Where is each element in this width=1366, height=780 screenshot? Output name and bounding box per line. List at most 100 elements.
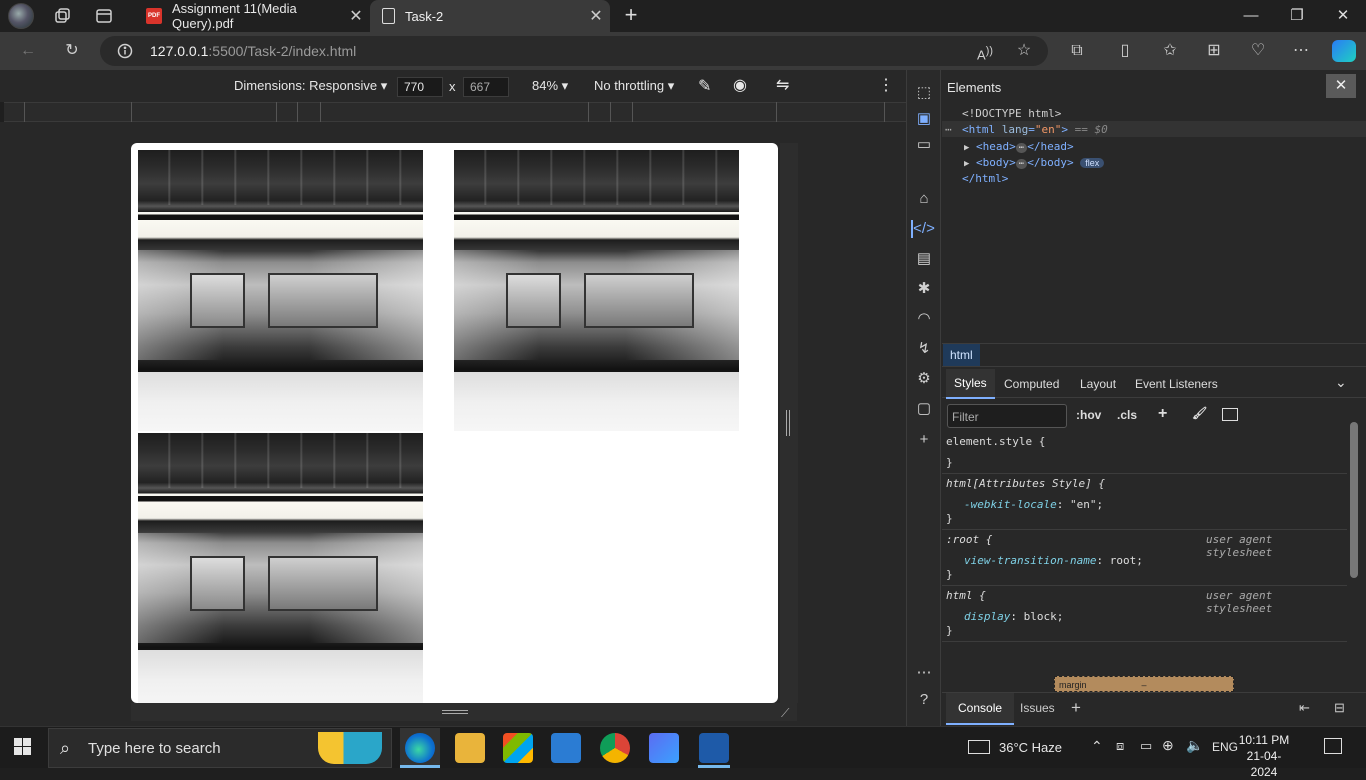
- chrome-icon[interactable]: [600, 733, 630, 763]
- vision-deficiency-icon[interactable]: ◉: [733, 75, 747, 95]
- weather-text[interactable]: 36°C Haze: [999, 740, 1062, 755]
- copilot-icon[interactable]: [1332, 40, 1356, 62]
- dock-icon[interactable]: ▭: [913, 134, 935, 156]
- more-tools-plus-icon[interactable]: +: [913, 429, 935, 451]
- extensions-icon[interactable]: ⧉: [1064, 38, 1090, 64]
- favorites-icon[interactable]: ✩: [1157, 38, 1183, 64]
- rule-property[interactable]: view-transition-name: root;: [964, 554, 1143, 567]
- profile-avatar[interactable]: [8, 3, 34, 29]
- browser-essentials-icon[interactable]: ♡: [1245, 38, 1271, 64]
- elements-code-icon[interactable]: </>: [913, 218, 935, 240]
- tab-actions-icon[interactable]: [94, 6, 114, 26]
- memory-icon[interactable]: ⚙: [913, 368, 935, 390]
- class-toggle[interactable]: .cls: [1117, 408, 1137, 422]
- height-input[interactable]: 667: [463, 77, 509, 97]
- dom-head-row[interactable]: ▶ <head> ⋯ </head>: [964, 140, 1074, 153]
- dom-html-open[interactable]: <html lang="en"> == $0: [962, 123, 1108, 136]
- clock[interactable]: 10:11 PM 21-04-2024: [1238, 732, 1290, 780]
- close-tab-icon[interactable]: ✕: [342, 6, 370, 26]
- dock-drawer-icon[interactable]: ⇤: [1299, 700, 1310, 716]
- welcome-home-icon[interactable]: ⌂: [913, 188, 935, 210]
- close-drawer-icon[interactable]: ⊟: [1334, 700, 1345, 716]
- language-indicator[interactable]: ENG: [1212, 740, 1238, 754]
- paint-brush-icon[interactable]: 🖌: [1192, 406, 1207, 420]
- new-tab-button[interactable]: +: [620, 4, 642, 26]
- close-devtools-button[interactable]: ✕: [1326, 74, 1356, 98]
- network-globe-icon[interactable]: ⊕: [1162, 737, 1174, 754]
- vscode-icon[interactable]: [649, 733, 679, 763]
- styles-filter-input[interactable]: Filter: [947, 404, 1067, 428]
- styles-scrollbar-thumb[interactable]: [1350, 422, 1358, 578]
- drawer-tab-issues[interactable]: Issues: [1020, 701, 1055, 715]
- file-explorer-icon[interactable]: [455, 733, 485, 763]
- dom-html-close[interactable]: </html>: [962, 172, 1008, 185]
- emulated-page[interactable]: [131, 143, 778, 703]
- read-aloud-icon[interactable]: A)): [972, 38, 998, 64]
- workspaces-icon[interactable]: [52, 6, 72, 26]
- dom-body-row[interactable]: ▶ <body> ⋯ </body> flex: [964, 156, 1105, 169]
- breadcrumb-html[interactable]: html: [943, 344, 980, 366]
- favorite-star-icon[interactable]: ☆: [1011, 38, 1037, 64]
- tray-chevron-up-icon[interactable]: ⌃: [1091, 738, 1103, 755]
- zoom-dropdown[interactable]: 84% ▾: [532, 78, 568, 94]
- rule-property[interactable]: display: block;: [964, 610, 1063, 623]
- resize-handle-icon[interactable]: [786, 410, 790, 436]
- battery-icon[interactable]: ▭: [1140, 738, 1152, 754]
- tab-layout[interactable]: Layout: [1080, 377, 1116, 391]
- microsoft-store-icon[interactable]: [503, 733, 533, 763]
- help-icon[interactable]: ?: [913, 689, 935, 711]
- more-tools-ellipsis-icon[interactable]: ⋯: [913, 662, 935, 684]
- tray-device-icon[interactable]: ⧈: [1116, 738, 1124, 754]
- terminal-app-icon[interactable]: [699, 733, 729, 763]
- rule-selector[interactable]: element.style {: [946, 435, 1045, 448]
- tab-event-listeners[interactable]: Event Listeners: [1135, 377, 1218, 391]
- throttling-dropdown[interactable]: No throttling ▾: [594, 78, 674, 94]
- hover-state-toggle[interactable]: :hov: [1076, 408, 1101, 422]
- notification-icon[interactable]: [1324, 738, 1342, 754]
- back-icon[interactable]: ←: [15, 38, 41, 64]
- drawer-tab-console[interactable]: Console: [946, 693, 1015, 725]
- settings-more-icon[interactable]: ⋯: [1288, 38, 1314, 64]
- minimize-button[interactable]: —: [1228, 0, 1274, 32]
- volume-icon[interactable]: 🔈: [1186, 737, 1203, 754]
- tab-styles[interactable]: Styles: [946, 369, 995, 399]
- tab-assignment-pdf[interactable]: PDF Assignment 11(Media Query).pdf ✕: [134, 0, 370, 32]
- url-text[interactable]: 127.0.0.1:5500/Task-2/index.html: [150, 43, 356, 59]
- application-icon[interactable]: ▢: [913, 398, 935, 420]
- network-wifi-icon[interactable]: ◠: [913, 308, 935, 330]
- add-drawer-tab-icon[interactable]: +: [1071, 698, 1081, 718]
- close-window-button[interactable]: ✕: [1320, 0, 1366, 32]
- dom-doctype[interactable]: <!DOCTYPE html>: [962, 107, 1061, 120]
- media-query-ruler[interactable]: [4, 102, 906, 122]
- chevron-down-icon[interactable]: ⌄: [1335, 374, 1347, 391]
- more-options-icon[interactable]: ⋮: [878, 75, 894, 95]
- mail-icon[interactable]: [551, 733, 581, 763]
- tab-computed[interactable]: Computed: [1004, 377, 1059, 391]
- console-icon[interactable]: ▤: [913, 248, 935, 270]
- refresh-icon[interactable]: ↻: [59, 38, 85, 64]
- bottom-resize-handle-icon[interactable]: [442, 710, 468, 714]
- weather-icon[interactable]: [968, 740, 990, 754]
- tab-task-2[interactable]: Task-2 ✕: [370, 0, 610, 32]
- collections-icon[interactable]: ⊞: [1201, 38, 1227, 64]
- inspect-element-icon[interactable]: ⬚: [913, 82, 935, 104]
- new-rule-plus-icon[interactable]: +: [1158, 405, 1167, 423]
- corner-resize-icon[interactable]: ⟋: [781, 706, 795, 720]
- split-screen-icon[interactable]: ▯: [1112, 38, 1138, 64]
- sources-bug-icon[interactable]: ✱: [913, 278, 935, 300]
- device-emulation-icon[interactable]: ▣: [913, 108, 935, 130]
- width-input[interactable]: 770: [397, 77, 443, 97]
- eyedropper-icon[interactable]: ✎: [698, 76, 711, 96]
- edge-browser-icon[interactable]: [405, 733, 435, 763]
- sidebar-toggle-icon[interactable]: [1222, 408, 1238, 421]
- rule-selector[interactable]: :root {: [946, 533, 992, 546]
- windows-start-icon[interactable]: [14, 738, 32, 756]
- performance-icon[interactable]: ↯: [913, 338, 935, 360]
- restore-button[interactable]: ❐: [1274, 0, 1320, 32]
- close-tab-icon[interactable]: ✕: [582, 6, 610, 26]
- rule-property[interactable]: -webkit-locale: "en";: [964, 498, 1103, 511]
- rotate-icon[interactable]: ⇋: [776, 75, 789, 95]
- site-info-icon[interactable]: [117, 43, 133, 59]
- rule-selector[interactable]: html {: [946, 589, 986, 602]
- rule-selector[interactable]: html[Attributes Style] {: [946, 477, 1105, 490]
